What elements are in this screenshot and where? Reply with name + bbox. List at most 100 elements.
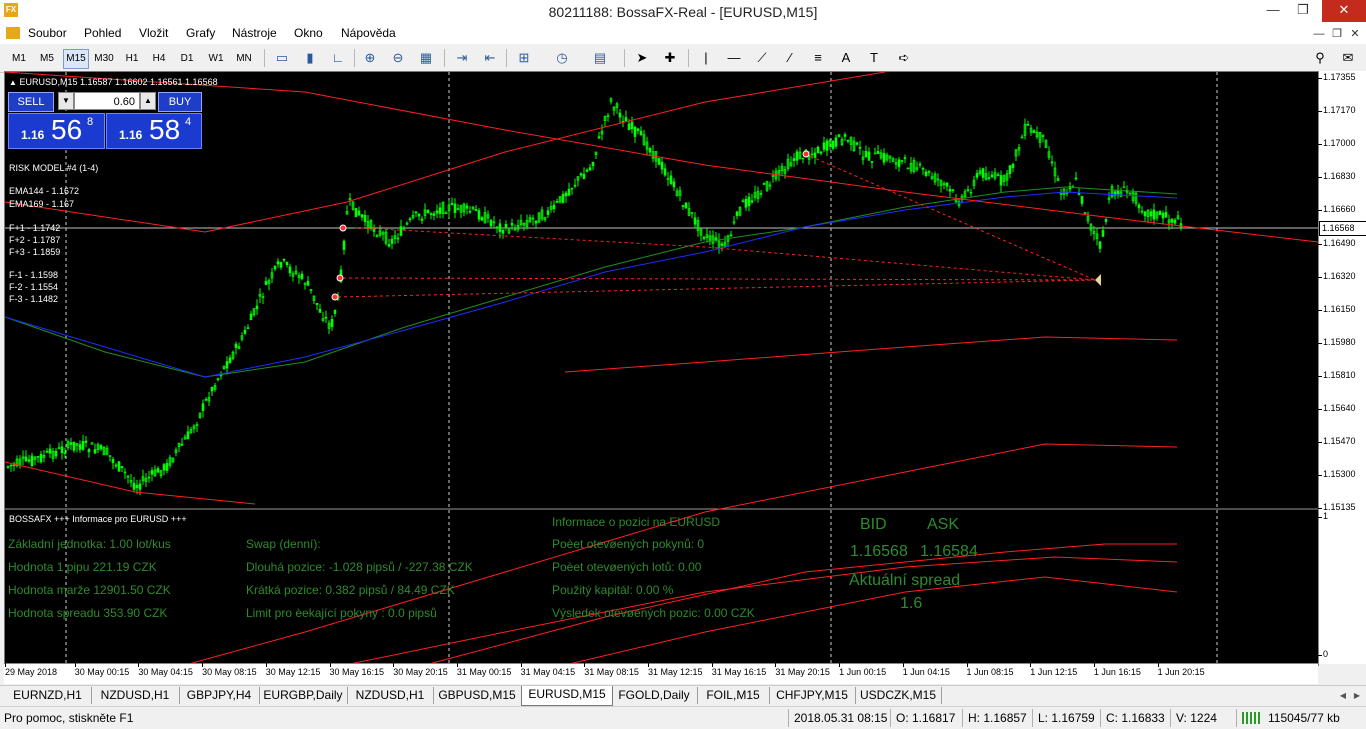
timeframe-h4[interactable]: H4 <box>148 50 170 68</box>
price-axis[interactable]: 1.17355 1.17170 1.17000 1.16830 1.16660 1.164… <box>1317 71 1366 664</box>
timeframe-mn[interactable]: MN <box>232 50 256 68</box>
chart-tab[interactable]: GBPUSD,M15 <box>433 687 522 704</box>
status-bar: Pro pomoc, stiskněte F1 2018.05.31 08:15… <box>0 706 1366 729</box>
candle-body <box>60 446 64 454</box>
chart-shift-icon[interactable]: ⇤ <box>480 48 500 68</box>
mdi-minimize-icon[interactable]: — <box>1310 26 1328 42</box>
text-label-icon[interactable]: T <box>864 48 884 68</box>
bar-chart-icon[interactable]: ▭ <box>272 48 292 68</box>
horizontal-line-icon[interactable]: — <box>724 48 744 68</box>
buy-button[interactable]: BUY <box>158 92 202 112</box>
price-chart[interactable]: ▲ EURUSD,M15 1.16587 1.16602 1.16561 1.1… <box>4 71 1319 666</box>
chart-tab[interactable]: EURNZD,H1 <box>4 687 92 704</box>
templates-icon[interactable]: ▤ <box>590 48 610 68</box>
candle-body <box>387 244 391 247</box>
minimize-icon[interactable]: — <box>1258 0 1288 22</box>
chart-tab[interactable]: NZDUSD,H1 <box>347 687 434 704</box>
candle-body <box>837 134 841 138</box>
sell-price-button[interactable]: 1.16 56 8 <box>8 113 105 149</box>
vertical-line-icon[interactable]: | <box>696 48 716 68</box>
candle-body <box>792 158 796 161</box>
candle-body <box>282 259 286 261</box>
candle-body <box>408 218 412 221</box>
close-icon[interactable]: ✕ <box>1322 0 1366 22</box>
indicators-icon[interactable]: ⊞ <box>514 48 534 68</box>
candle-body <box>453 203 457 213</box>
chart-tab[interactable]: USDCZK,M15 <box>855 687 942 704</box>
chart-tab[interactable]: EURGBP,Daily <box>259 687 348 704</box>
time-tick-label: 1 Jun 04:15 <box>902 663 950 677</box>
chart-tab[interactable]: EURUSD,M15 <box>521 686 613 706</box>
timeframe-m30[interactable]: M30 <box>92 50 116 68</box>
arrows-icon[interactable]: ➪ <box>894 48 914 68</box>
buy-price-button[interactable]: 1.16 58 4 <box>106 113 202 149</box>
timeframe-m15[interactable]: M15 <box>63 49 89 69</box>
mdi-restore-icon[interactable]: ❐ <box>1328 26 1346 42</box>
timeframe-h1[interactable]: H1 <box>121 50 143 68</box>
candle-body <box>117 461 121 472</box>
menu-okno[interactable]: Okno <box>294 26 323 40</box>
lot-size-input[interactable]: 0.60 <box>74 92 140 110</box>
line-chart-icon[interactable]: ∟ <box>328 48 348 68</box>
candle-body <box>759 193 763 195</box>
equidistant-channel-icon[interactable]: ∕ <box>780 48 800 68</box>
lot-increase-button[interactable]: ▲ <box>140 92 156 110</box>
candle-body <box>276 261 280 265</box>
chart-tab[interactable]: GBPJPY,H4 <box>179 687 260 704</box>
crosshair-icon[interactable]: ✚ <box>660 48 680 68</box>
timeframe-m1[interactable]: M1 <box>8 50 30 68</box>
menu-nastroje[interactable]: Nástroje <box>232 26 277 40</box>
lot-decrease-button[interactable]: ▼ <box>58 92 74 110</box>
mdi-close-icon[interactable]: ✕ <box>1346 26 1364 42</box>
candle-body <box>795 151 799 161</box>
candle-body <box>138 483 142 490</box>
candle-body <box>660 161 664 170</box>
candle-body <box>195 424 199 426</box>
buy-price-fraction: 4 <box>185 116 192 128</box>
candle-body <box>1011 163 1015 169</box>
candle-body <box>465 205 469 209</box>
candle-body <box>552 204 556 210</box>
periods-clock-icon[interactable]: ◷ <box>552 48 572 68</box>
menu-pohled[interactable]: Pohled <box>84 26 121 40</box>
candle-body <box>264 280 268 286</box>
search-icon[interactable]: ⚲ <box>1310 48 1330 68</box>
tile-windows-icon[interactable]: ▦ <box>416 48 436 68</box>
time-tick-label: 30 May 20:15 <box>393 663 448 677</box>
chart-tab[interactable]: CHFJPY,M15 <box>769 687 856 704</box>
chat-icon[interactable]: ✉ <box>1338 48 1358 68</box>
autoscroll-icon[interactable]: ⇥ <box>452 48 472 68</box>
chart-tab[interactable]: FOIL,M15 <box>697 687 770 704</box>
menu-vlozit[interactable]: Vložit <box>139 26 168 40</box>
restore-icon[interactable]: ❐ <box>1288 0 1318 22</box>
chart-tab[interactable]: FGOLD,Daily <box>611 687 698 704</box>
candle-body <box>489 219 493 227</box>
candle-body <box>501 230 505 234</box>
trendline-icon[interactable]: ⟋ <box>752 48 772 68</box>
candle-body <box>921 168 925 170</box>
zoom-in-icon[interactable]: ⊕ <box>360 48 380 68</box>
time-axis[interactable]: 29 May 2018 30 May 00:15 30 May 04:15 30 Ma… <box>4 663 1318 684</box>
chart-tab[interactable]: NZDUSD,H1 <box>91 687 180 704</box>
candle-body <box>597 136 601 139</box>
cursor-icon[interactable]: ➤ <box>632 48 652 68</box>
candle-body <box>876 151 880 154</box>
menu-grafy[interactable]: Grafy <box>186 26 215 40</box>
timeframe-w1[interactable]: W1 <box>204 50 228 68</box>
candle-body <box>1104 219 1108 222</box>
candlestick-icon[interactable]: ▮ <box>300 48 320 68</box>
chart-collapse-icon[interactable]: ▲ <box>9 78 17 87</box>
fib-minus-1-dashed-line <box>342 277 1096 281</box>
timeframe-m5[interactable]: M5 <box>36 50 58 68</box>
timeframe-d1[interactable]: D1 <box>176 50 198 68</box>
ema144-label: EMA144 - 1.1672 <box>9 186 80 196</box>
tab-scroll-left-icon[interactable]: ◀ <box>1336 689 1350 703</box>
zoom-out-icon[interactable]: ⊖ <box>388 48 408 68</box>
candle-body <box>249 313 253 321</box>
menu-soubor[interactable]: Soubor <box>28 26 67 40</box>
fibonacci-icon[interactable]: ≡ <box>808 48 828 68</box>
text-icon[interactable]: A <box>836 48 856 68</box>
sell-button[interactable]: SELL <box>8 92 54 112</box>
menu-napoveda[interactable]: Nápověda <box>341 26 396 40</box>
tab-scroll-right-icon[interactable]: ▶ <box>1350 689 1364 703</box>
